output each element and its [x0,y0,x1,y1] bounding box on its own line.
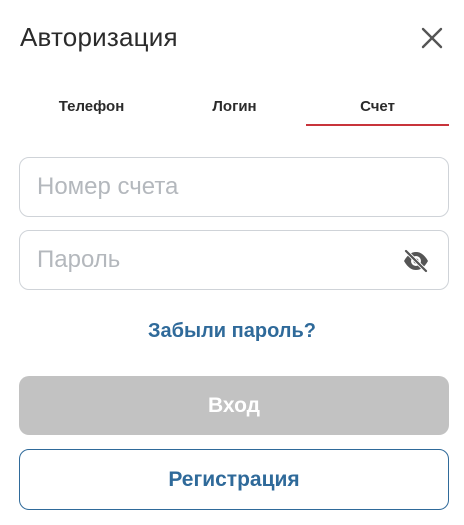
account-number-input[interactable] [37,158,377,216]
tab-account[interactable]: Счет [306,90,449,126]
tab-login[interactable]: Логин [163,90,306,126]
auth-tabs: Телефон Логин Счет [20,90,449,126]
password-field [19,230,449,290]
register-button[interactable]: Регистрация [19,449,449,510]
tab-phone[interactable]: Телефон [20,90,163,126]
dialog-title: Авторизация [20,22,178,52]
forgot-password-link[interactable]: Забыли пароль? [0,320,464,343]
close-button[interactable] [416,22,448,54]
login-button[interactable]: Вход [19,376,449,435]
eye-off-icon [404,249,428,273]
close-icon [421,27,443,49]
password-visibility-toggle[interactable] [402,248,430,274]
account-number-field [19,157,449,217]
password-input[interactable] [37,231,377,289]
dialog-header: Авторизация [20,18,448,58]
